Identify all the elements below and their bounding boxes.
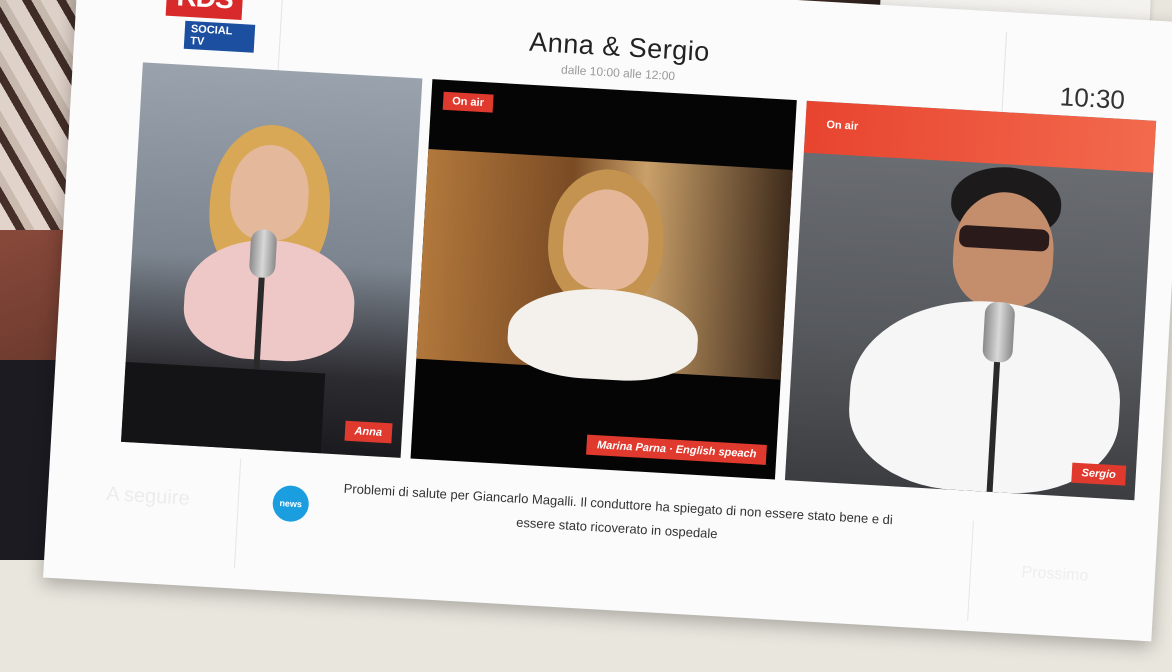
microphone-icon bbox=[248, 228, 278, 279]
logo-main: RDS bbox=[165, 0, 244, 21]
on-air-badge: On air bbox=[442, 91, 494, 113]
microphone-icon bbox=[982, 301, 1016, 363]
video-grid: Anna On air Marina Parna · English speac… bbox=[121, 62, 1161, 501]
name-tag: Sergio bbox=[1071, 462, 1127, 486]
next-label: Prossimo bbox=[1021, 563, 1089, 585]
video-feed-guest[interactable]: On air Marina Parna · English speach bbox=[410, 79, 797, 480]
logo-sub: SOCIAL TV bbox=[183, 20, 256, 53]
up-next-label: A seguire bbox=[105, 483, 191, 510]
studio-desk bbox=[121, 361, 326, 454]
ticker-divider bbox=[233, 458, 242, 569]
video-feed-sergio[interactable]: On air Sergio bbox=[784, 100, 1157, 501]
social-tv-screen: RDS SOCIAL TV Anna & Sergio dalle 10:00 … bbox=[43, 0, 1172, 642]
clock-time: 10:30 bbox=[1059, 81, 1126, 115]
news-headline: Problemi di salute per Giancarlo Magalli… bbox=[343, 480, 894, 542]
name-tag: Marina Parna · English speach bbox=[586, 434, 767, 465]
rds-logo: RDS SOCIAL TV bbox=[143, 0, 257, 61]
video-feed-anna[interactable]: Anna bbox=[121, 62, 423, 458]
on-air-badge: On air bbox=[826, 118, 859, 133]
ticker-divider bbox=[967, 520, 974, 621]
name-tag: Anna bbox=[343, 420, 393, 444]
news-icon: news bbox=[271, 484, 310, 523]
